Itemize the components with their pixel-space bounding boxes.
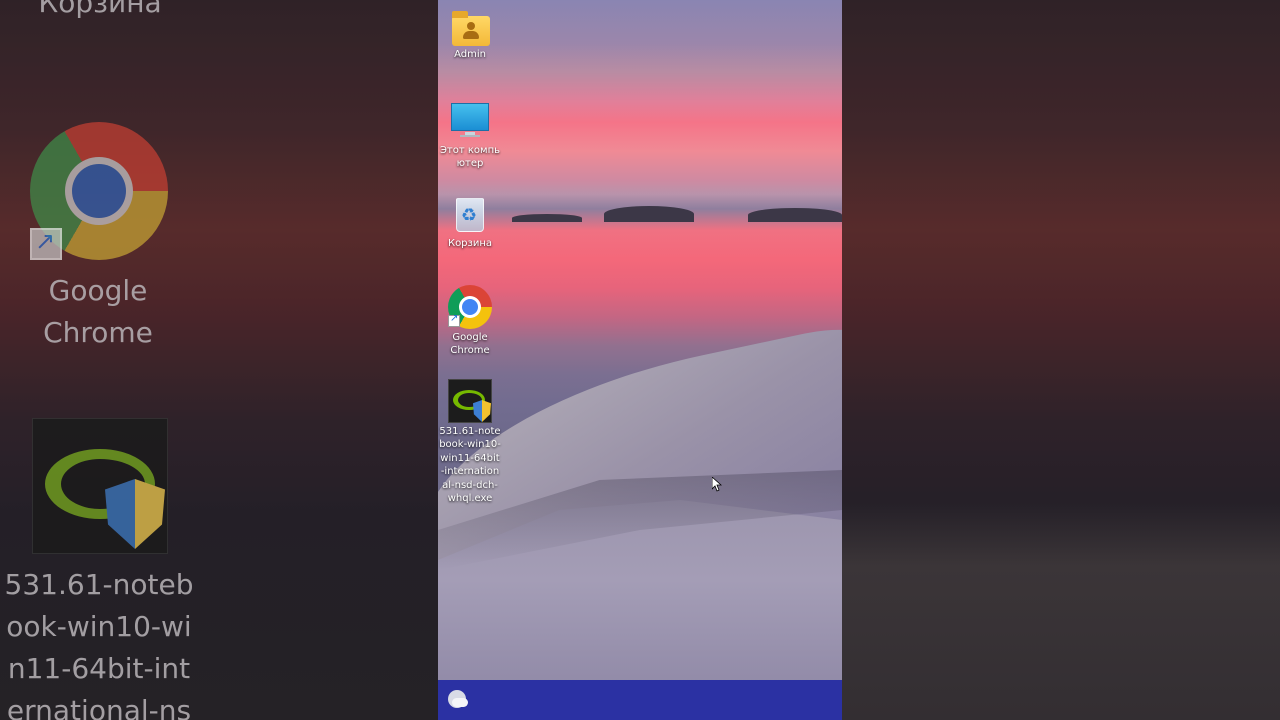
island <box>604 206 694 222</box>
recycle-bin-icon <box>450 194 490 234</box>
monitor-screen <box>451 103 489 131</box>
desktop-icon-google-chrome[interactable]: Google Chrome <box>438 285 502 358</box>
desktop-icon-label: Google Chrome <box>450 332 490 357</box>
weather-cloud <box>452 698 468 707</box>
island <box>512 214 582 222</box>
blurred-backdrop-left: Корзина Google Chrome 531.61-noteb ook-w… <box>0 0 438 720</box>
desktop-icon-nvidia-installer[interactable]: 531.61-notebook-win10-win11-64bit-intern… <box>438 379 502 505</box>
blurred-recycle-label: Корзина <box>38 0 162 19</box>
island <box>748 208 842 222</box>
blurred-shortcut-arrow-icon <box>30 227 62 260</box>
blurred-nvidia-icon <box>32 418 168 554</box>
blurred-nvidia-line: 531.61-noteb <box>4 568 194 601</box>
blurred-nvidia-label: 531.61-noteb ook-win10-wi n11-64bit-int … <box>0 564 198 720</box>
monitor-base <box>460 135 480 137</box>
taskbar[interactable] <box>438 680 842 720</box>
person-body <box>463 31 479 39</box>
blurred-nvidia-line: ook-win10-wi <box>6 610 192 643</box>
desktop-icon-label: 531.61-notebook-win10-win11-64bit-intern… <box>439 426 501 505</box>
desktop-icon-label: Корзина <box>447 238 493 249</box>
user-folder-icon <box>450 8 490 48</box>
shortcut-arrow-icon <box>448 313 460 327</box>
computer-monitor-icon <box>450 101 490 141</box>
blurred-backdrop-right <box>842 0 1280 720</box>
uac-shield-icon <box>473 400 491 422</box>
blurred-chrome-label: Google Chrome <box>43 274 153 349</box>
desktop-icon-recycle-bin[interactable]: Корзина <box>438 194 502 250</box>
folder-shape <box>452 11 490 46</box>
desktop-icon-label: Этот компьютер <box>439 145 501 170</box>
chrome-icon <box>448 285 492 329</box>
nvidia-box <box>448 379 492 423</box>
blurred-nvidia-line: ernational-ns <box>6 694 192 720</box>
desktop[interactable]: Admin Этот компьютер Корзина Google Chro… <box>438 0 842 720</box>
desktop-icon-admin[interactable]: Admin <box>438 8 502 61</box>
weather-icon[interactable] <box>448 690 468 710</box>
person-head <box>467 22 475 30</box>
blurred-uac-shield-icon <box>105 479 165 549</box>
nvidia-installer-icon <box>448 379 492 423</box>
desktop-icon-this-pc[interactable]: Этот компьютер <box>438 101 502 171</box>
backdrop-shade <box>842 0 1280 720</box>
blurred-nvidia-line: n11-64bit-int <box>7 652 191 685</box>
desktop-icon-label: Admin <box>454 49 486 60</box>
bin-shape <box>456 198 484 232</box>
